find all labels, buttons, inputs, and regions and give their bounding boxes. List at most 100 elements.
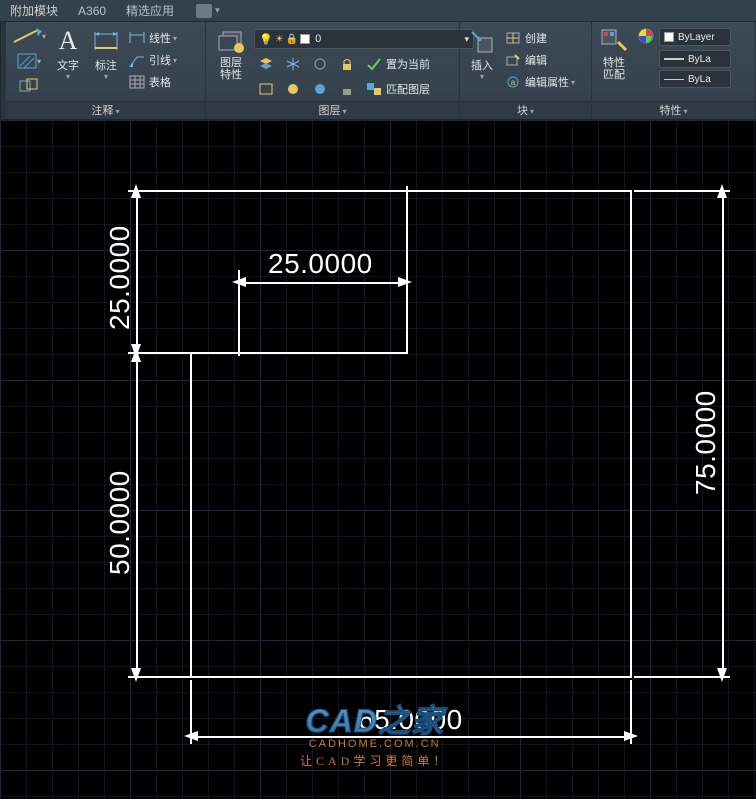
shape-line <box>630 190 632 678</box>
arrow-icon <box>129 348 143 368</box>
dim-value: 65.0000 <box>358 704 463 736</box>
attr-icon: a <box>505 74 521 90</box>
color-combo[interactable]: ByLayer <box>659 28 731 46</box>
thaw-icon <box>285 82 301 96</box>
tab-a360[interactable]: A360 <box>68 0 116 21</box>
layer-props-button[interactable]: 图层 特性 <box>210 25 252 83</box>
match-props-icon <box>600 27 628 55</box>
check-icon <box>366 57 382 71</box>
lock-layer-icon <box>339 57 355 71</box>
linetype-combo[interactable]: ByLa <box>659 70 731 88</box>
insert-icon <box>468 27 496 55</box>
create-icon <box>505 30 521 46</box>
sun-icon: ☀ <box>275 34 284 45</box>
bulb-icon: 💡 <box>259 33 273 46</box>
edit-icon <box>505 52 521 68</box>
dim-line <box>238 282 406 284</box>
hatch-tool[interactable]: ▾ <box>10 50 48 72</box>
dim-line <box>136 352 138 678</box>
dim-line <box>136 190 138 352</box>
layer-props-icon <box>217 27 245 55</box>
dim-value: 25.0000 <box>104 225 136 330</box>
match-icon <box>366 82 382 96</box>
shape-line <box>190 676 632 678</box>
dimension-button[interactable]: 标注 ▾ <box>88 25 124 83</box>
insert-button[interactable]: 插入 ▾ <box>464 25 500 83</box>
lineweight-combo[interactable]: ByLa <box>659 50 731 68</box>
dim-value: 25.0000 <box>268 248 373 280</box>
layer-tool-3[interactable] <box>308 53 332 75</box>
on-icon <box>312 82 328 96</box>
panel-title-annotation[interactable]: 注释▾ <box>6 101 205 119</box>
color-wheel-icon <box>638 28 654 44</box>
arrow-icon <box>129 184 143 204</box>
panel-annotation: ▾ ▾ A 文字 ▾ 标注 ▾ <box>6 22 206 119</box>
match-layer-button[interactable]: 匹配图层 <box>362 78 434 100</box>
group-icon <box>19 78 39 94</box>
layer-tool-8[interactable] <box>335 78 359 100</box>
measure-tool[interactable]: ▾ <box>10 25 48 47</box>
layer-tool-4[interactable] <box>335 53 359 75</box>
layer-combo[interactable]: 💡 ☀ 🔒 0 ▾ <box>254 29 474 49</box>
create-block-button[interactable]: 创建 <box>502 27 578 49</box>
edit-block-button[interactable]: 编辑 <box>502 49 578 71</box>
layer-color-swatch <box>300 34 310 44</box>
table-button[interactable]: 表格 <box>126 71 180 93</box>
lock-icon: 🔒 <box>286 34 298 45</box>
ribbon: ▾ ▾ A 文字 ▾ 标注 ▾ <box>0 22 756 120</box>
dim-value: 75.0000 <box>690 390 722 495</box>
measure-icon <box>12 28 42 44</box>
arrow-icon <box>715 662 729 682</box>
linear-button[interactable]: 线性▾ <box>126 27 180 49</box>
dim-line <box>190 736 632 738</box>
stack-icon <box>258 57 274 71</box>
menu-tabbar: 附加模块 A360 精选应用 ▾ <box>0 0 756 22</box>
set-current-button[interactable]: 置为当前 <box>362 53 434 75</box>
dim-line <box>722 190 724 678</box>
arrow-icon <box>232 275 252 289</box>
layer-tool-5[interactable] <box>254 78 278 100</box>
shape-line <box>190 352 408 354</box>
edit-attr-button[interactable]: a 编辑属性▾ <box>502 71 578 93</box>
text-button[interactable]: A 文字 ▾ <box>50 25 86 83</box>
shape-line <box>190 352 192 678</box>
layer-tool-6[interactable] <box>281 78 305 100</box>
text-icon: A <box>54 27 82 55</box>
svg-text:a: a <box>511 78 516 87</box>
panel-title-properties[interactable]: 特性▾ <box>592 101 755 119</box>
freeze-icon <box>285 57 301 71</box>
layer-tool-1[interactable] <box>254 53 278 75</box>
dimension-icon <box>92 27 120 55</box>
off-icon <box>312 57 328 71</box>
table-icon <box>129 74 145 90</box>
arrow-icon <box>184 729 204 743</box>
dim-value: 50.0000 <box>104 470 136 575</box>
tab-extra-icon[interactable]: ▾ <box>184 0 226 21</box>
shape-line <box>406 190 632 192</box>
linear-icon <box>129 30 145 46</box>
leader-icon <box>129 52 145 68</box>
layer-tool-2[interactable] <box>281 53 305 75</box>
panel-title-layer[interactable]: 图层▾ <box>206 101 459 119</box>
dim-ext <box>406 186 408 286</box>
arrow-icon <box>618 729 638 743</box>
drawing-canvas[interactable]: 25.0000 25.0000 50.0000 75.0000 65.0000 … <box>0 120 756 799</box>
panel-layer: 图层 特性 💡 ☀ 🔒 0 ▾ <box>206 22 460 119</box>
leader-button[interactable]: 引线▾ <box>126 49 180 71</box>
hatch-icon <box>17 53 37 69</box>
color-wheel-button[interactable] <box>636 27 656 45</box>
arrow-icon <box>129 662 143 682</box>
unlock-icon <box>339 82 355 96</box>
tab-featured[interactable]: 精选应用 <box>116 0 184 21</box>
iso-icon <box>258 82 274 96</box>
panel-block: 插入 ▾ 创建 编辑 a 编辑属性▾ 块▾ <box>460 22 592 119</box>
arrow-icon <box>715 184 729 204</box>
layer-tool-7[interactable] <box>308 78 332 100</box>
panel-properties: 特性 匹配 ByLayer ByLa <box>592 22 756 119</box>
tab-addon[interactable]: 附加模块 <box>0 0 68 21</box>
group-tool[interactable] <box>10 75 48 97</box>
dim-ext <box>128 190 408 192</box>
match-props-button[interactable]: 特性 匹配 <box>596 25 632 83</box>
panel-title-block[interactable]: 块▾ <box>460 101 591 119</box>
arrow-icon <box>392 275 412 289</box>
